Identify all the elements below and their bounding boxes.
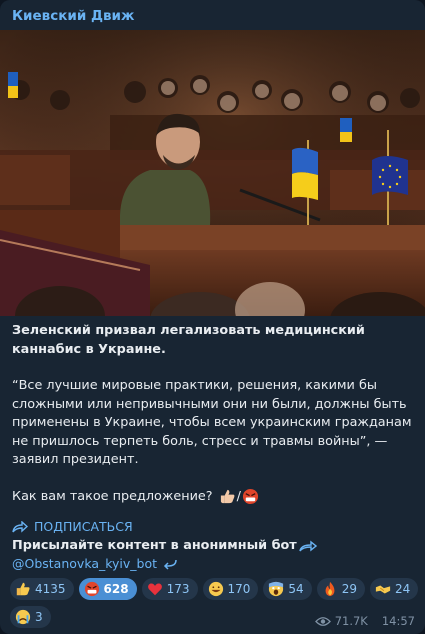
heart-icon xyxy=(147,583,162,596)
screaming-face-icon xyxy=(269,581,284,597)
channel-name[interactable]: Киевский Движ xyxy=(12,8,134,24)
right-arrow-icon xyxy=(299,540,317,551)
reaction-angry[interactable]: 628 xyxy=(78,578,137,600)
reaction-fire[interactable]: 29 xyxy=(316,578,365,600)
message-bubble: Киевский Движ Зеленский призвал легализо… xyxy=(0,0,425,634)
reaction-count: 173 xyxy=(166,582,190,596)
fire-icon xyxy=(325,581,335,597)
post-question: Как вам такое предложение? / xyxy=(12,488,412,507)
handshake-icon xyxy=(375,585,391,594)
subscribe-link[interactable]: ПОДПИСАТЬСЯ xyxy=(12,519,133,534)
thumbs-up-icon xyxy=(220,490,235,504)
post-headline: Зеленский призвал легализовать медицинск… xyxy=(12,323,365,357)
grinning-face-icon xyxy=(208,581,223,597)
reaction-crying[interactable]: 3 xyxy=(10,606,51,628)
reaction-count: 24 xyxy=(394,582,411,596)
reaction-handshake[interactable]: 24 xyxy=(369,578,419,600)
eye-icon xyxy=(314,616,331,626)
message-meta: 71.7K 14:57 xyxy=(314,614,415,628)
subscribe-label[interactable]: ПОДПИСАТЬСЯ xyxy=(34,519,133,534)
angry-face-icon xyxy=(84,581,99,597)
view-count: 71.7K xyxy=(334,614,368,628)
question-separator: / xyxy=(236,488,241,504)
angry-face-icon xyxy=(242,489,258,505)
reaction-grinning[interactable]: 170 xyxy=(202,578,259,600)
post-photo[interactable] xyxy=(0,30,425,316)
promo-text: Присылайте контент в анонимный бот xyxy=(12,538,297,553)
reaction-count: 628 xyxy=(103,582,129,596)
bot-handle[interactable]: @Obstanovka_kyiv_bot xyxy=(12,556,157,571)
reaction-count: 170 xyxy=(227,582,251,596)
bot-link[interactable]: @Obstanovka_kyiv_bot xyxy=(12,556,178,571)
reaction-count: 54 xyxy=(288,582,304,596)
reaction-thumbs-up[interactable]: 4135 xyxy=(10,578,74,600)
question-text: Как вам такое предложение? xyxy=(12,488,213,504)
reaction-heart[interactable]: 173 xyxy=(141,578,198,600)
message-time: 14:57 xyxy=(381,614,415,628)
reaction-screaming[interactable]: 54 xyxy=(263,578,312,600)
thumbs-up-icon xyxy=(16,582,30,596)
reaction-count: 29 xyxy=(341,582,357,596)
return-arrow-icon xyxy=(163,559,177,570)
post-text: Зеленский призвал легализовать медицинск… xyxy=(12,322,412,506)
promo-line: Присылайте контент в анонимный бот xyxy=(12,538,317,553)
crying-face-icon xyxy=(15,609,31,625)
reaction-count: 3 xyxy=(35,610,43,624)
share-arrow-icon xyxy=(12,520,28,533)
parliament-speaker-image xyxy=(0,30,425,316)
post-quote: “Все лучшие мировые практики, решения, к… xyxy=(12,378,412,467)
reaction-count: 4135 xyxy=(35,582,66,596)
